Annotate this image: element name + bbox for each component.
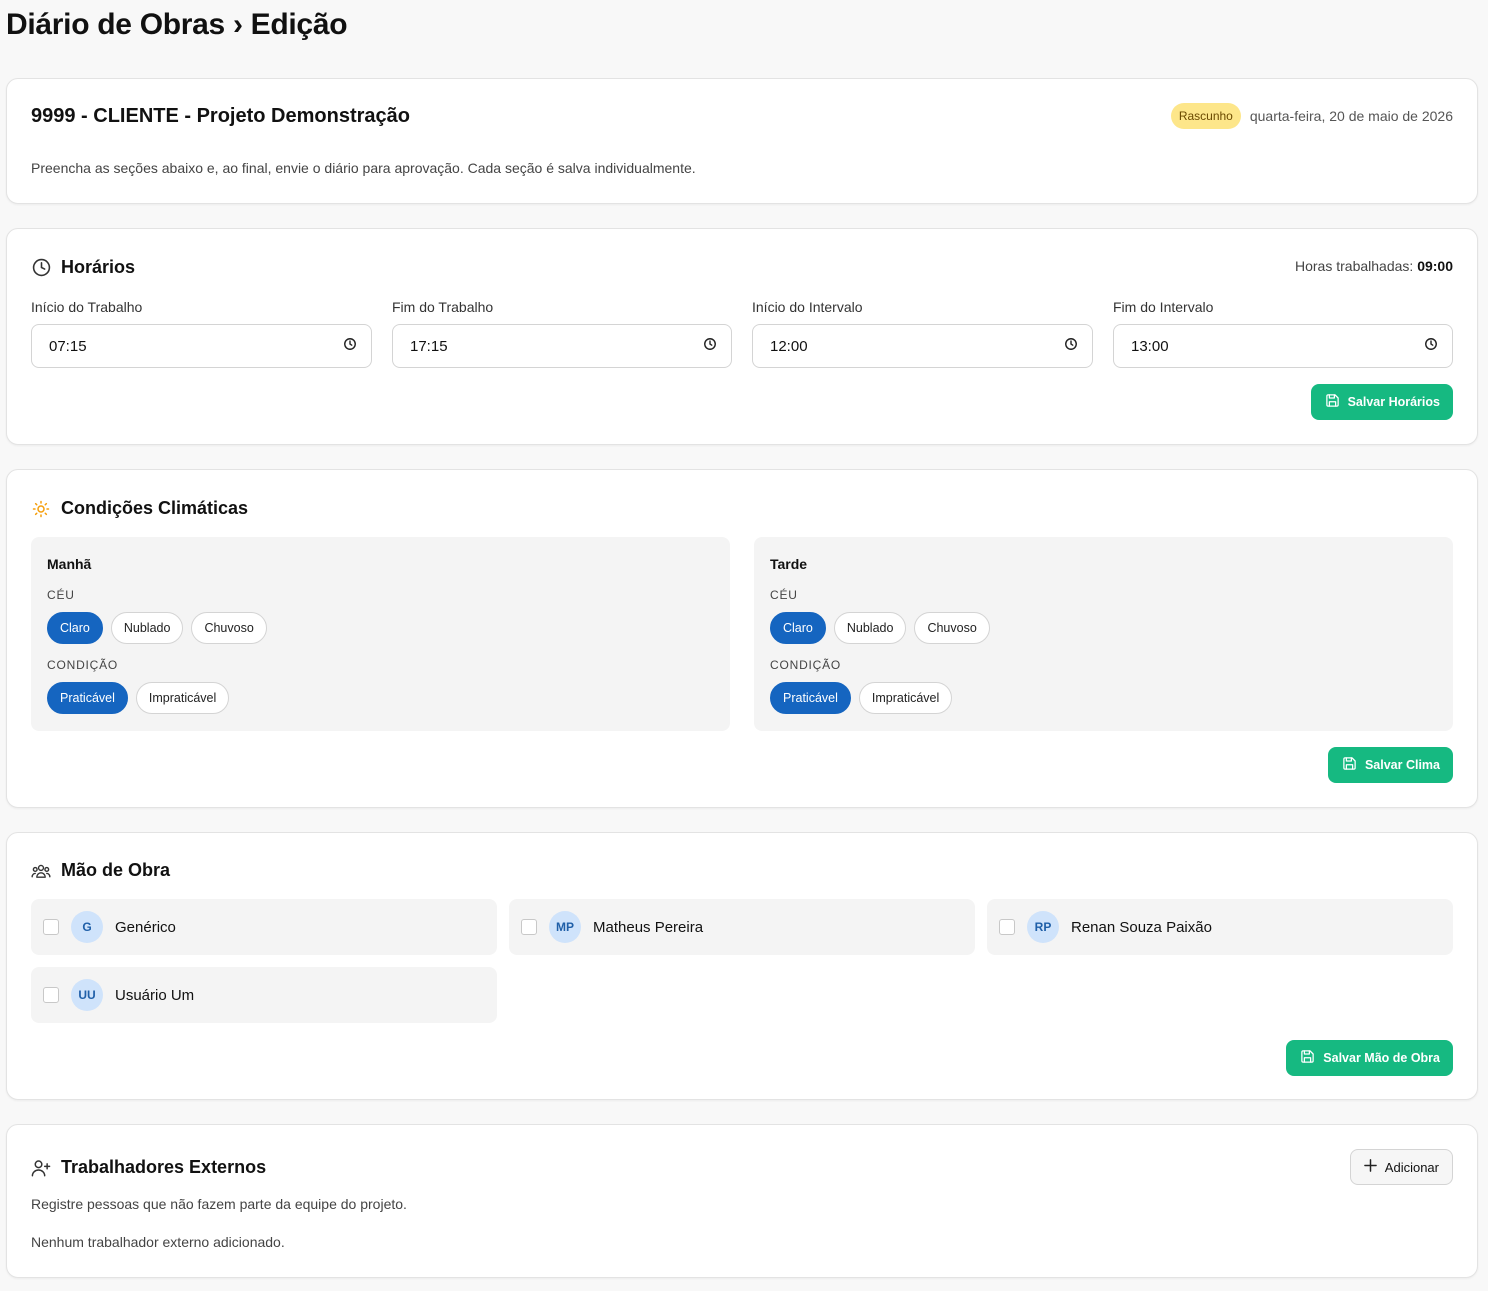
time-input-inicio-intervalo[interactable]: 12:00	[752, 324, 1093, 368]
hours-total-value: 09:00	[1417, 258, 1453, 274]
clock-icon[interactable]	[1064, 337, 1078, 355]
sky-option-nublado[interactable]: Nublado	[833, 612, 907, 644]
time-value: 12:00	[770, 337, 808, 355]
worker-checkbox[interactable]	[999, 919, 1015, 935]
clima-card: Condições Climáticas Manhã CÉU Claro Nub…	[6, 469, 1478, 808]
cond-option-praticavel[interactable]: Praticável	[770, 682, 851, 714]
project-description: Preencha as seções abaixo e, ao final, e…	[31, 160, 696, 176]
diary-date: quarta-feira, 20 de maio de 2026	[1249, 108, 1453, 124]
worker-name: Matheus Pereira	[593, 918, 704, 936]
sky-option-claro[interactable]: Claro	[47, 612, 103, 644]
field-inicio-intervalo: Início do Intervalo 12:00	[752, 299, 1093, 368]
sky-option-chuvoso[interactable]: Chuvoso	[914, 612, 990, 644]
panel-title: Tarde	[770, 556, 808, 572]
user-plus-icon	[31, 1158, 51, 1178]
clock-icon[interactable]	[343, 337, 357, 355]
field-label: Início do Intervalo	[752, 299, 863, 315]
hours-total-label: Horas trabalhadas:	[1295, 258, 1414, 274]
sky-options: Claro Nublado Chuvoso	[770, 612, 990, 644]
externos-empty-text: Nenhum trabalhador externo adicionado.	[31, 1234, 285, 1250]
clock-icon	[31, 258, 51, 278]
status-badge: Rascunho	[1170, 103, 1241, 129]
clima-panel-manha: Manhã CÉU Claro Nublado Chuvoso CONDIÇÃO…	[31, 537, 730, 731]
worker-name: Genérico	[115, 918, 176, 936]
worker-item[interactable]: RP Renan Souza Paixão	[987, 899, 1453, 955]
hours-total: Horas trabalhadas: 09:00	[1295, 258, 1453, 274]
horarios-title: Horários	[61, 257, 136, 277]
externos-card: Trabalhadores Externos Adicionar Registr…	[6, 1124, 1478, 1278]
avatar: RP	[1027, 911, 1059, 943]
time-input-inicio-trabalho[interactable]: 07:15	[31, 324, 372, 368]
avatar: MP	[549, 911, 581, 943]
sky-option-claro[interactable]: Claro	[770, 612, 826, 644]
project-title: 9999 - CLIENTE - Projeto Demonstração	[31, 105, 410, 127]
users-icon	[31, 861, 51, 881]
save-clima-button[interactable]: Salvar Clima	[1327, 747, 1453, 783]
avatar: UU	[71, 979, 103, 1011]
worker-checkbox[interactable]	[521, 919, 537, 935]
worker-name: Renan Souza Paixão	[1071, 918, 1212, 936]
avatar: G	[71, 911, 103, 943]
save-horarios-label: Salvar Horários	[1347, 395, 1440, 409]
field-fim-intervalo: Fim do Intervalo 13:00	[1113, 299, 1453, 368]
field-label: Fim do Trabalho	[392, 299, 494, 315]
clock-icon[interactable]	[703, 337, 717, 355]
horarios-card: Horários Horas trabalhadas: 09:00 Início…	[6, 228, 1478, 445]
save-clima-label: Salvar Clima	[1364, 758, 1440, 772]
save-mao-de-obra-button[interactable]: Salvar Mão de Obra	[1286, 1040, 1453, 1076]
field-fim-trabalho: Fim do Trabalho 17:15	[392, 299, 732, 368]
externos-description: Registre pessoas que não fazem parte da …	[31, 1196, 407, 1212]
save-icon	[1300, 1049, 1315, 1067]
cond-options: Praticável Impraticável	[770, 682, 953, 714]
cond-option-praticavel[interactable]: Praticável	[47, 682, 128, 714]
time-value: 07:15	[49, 337, 87, 355]
clima-title: Condições Climáticas	[61, 498, 249, 518]
worker-item[interactable]: G Genérico	[31, 899, 497, 955]
time-value: 13:00	[1131, 337, 1169, 355]
worker-checkbox[interactable]	[43, 919, 59, 935]
sky-option-nublado[interactable]: Nublado	[110, 612, 184, 644]
externos-header: Trabalhadores Externos	[31, 1157, 266, 1178]
worker-item[interactable]: UU Usuário Um	[31, 967, 497, 1023]
save-mao-de-obra-label: Salvar Mão de Obra	[1323, 1051, 1440, 1065]
worker-item[interactable]: MP Matheus Pereira	[509, 899, 975, 955]
panel-title: Manhã	[47, 556, 92, 572]
cond-option-impraticavel[interactable]: Impraticável	[135, 682, 230, 714]
field-label: Início do Trabalho	[31, 299, 143, 315]
cond-label: CONDIÇÃO	[770, 658, 842, 672]
add-label: Adicionar	[1384, 1159, 1439, 1175]
cond-label: CONDIÇÃO	[47, 658, 119, 672]
clima-header: Condições Climáticas	[31, 498, 248, 519]
worker-checkbox[interactable]	[43, 987, 59, 1003]
time-input-fim-trabalho[interactable]: 17:15	[392, 324, 732, 368]
clima-panel-tarde: Tarde CÉU Claro Nublado Chuvoso CONDIÇÃO…	[754, 537, 1453, 731]
time-input-fim-intervalo[interactable]: 13:00	[1113, 324, 1453, 368]
cond-options: Praticável Impraticável	[47, 682, 230, 714]
horarios-header: Horários	[31, 257, 135, 278]
plus-icon	[1363, 1159, 1377, 1175]
sky-option-chuvoso[interactable]: Chuvoso	[191, 612, 267, 644]
mao-de-obra-card: Mão de Obra G Genérico MP Matheus Pereir…	[6, 832, 1478, 1100]
cond-option-impraticavel[interactable]: Impraticável	[858, 682, 953, 714]
save-icon	[1342, 756, 1357, 774]
field-inicio-trabalho: Início do Trabalho 07:15	[31, 299, 372, 368]
clock-icon[interactable]	[1424, 337, 1438, 355]
project-header-card: 9999 - CLIENTE - Projeto Demonstração Ra…	[6, 78, 1478, 204]
save-icon	[1325, 393, 1340, 411]
mao-de-obra-header: Mão de Obra	[31, 860, 170, 881]
sky-options: Claro Nublado Chuvoso	[47, 612, 267, 644]
field-label: Fim do Intervalo	[1113, 299, 1214, 315]
sky-label: CÉU	[770, 588, 798, 602]
externos-title: Trabalhadores Externos	[61, 1157, 267, 1177]
save-horarios-button[interactable]: Salvar Horários	[1310, 384, 1453, 420]
add-external-worker-button[interactable]: Adicionar	[1349, 1149, 1453, 1185]
mao-de-obra-title: Mão de Obra	[61, 860, 171, 880]
sky-label: CÉU	[47, 588, 75, 602]
worker-name: Usuário Um	[115, 986, 195, 1004]
time-value: 17:15	[410, 337, 448, 355]
project-meta: Rascunho quarta-feira, 20 de maio de 202…	[1170, 103, 1453, 129]
page-title: Diário de Obras › Edição	[6, 8, 348, 41]
sun-icon	[31, 499, 51, 519]
